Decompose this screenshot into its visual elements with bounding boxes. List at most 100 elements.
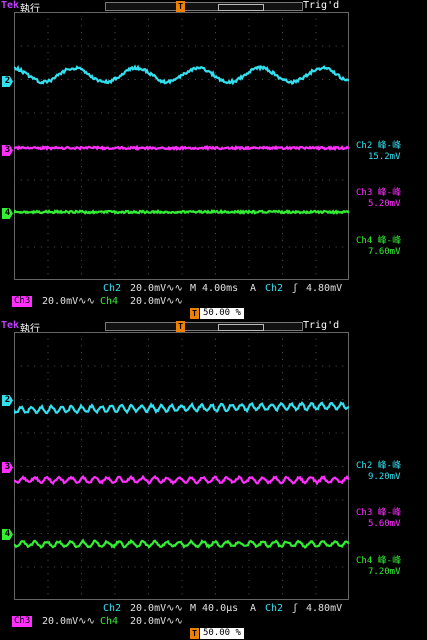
ch2-label[interactable]: Ch2 bbox=[103, 283, 121, 295]
trigger-source[interactable]: Ch2 bbox=[265, 283, 283, 295]
grid-dot bbox=[316, 446, 317, 447]
ch3-ground-marker[interactable]: 3 bbox=[2, 462, 13, 473]
grid-dot bbox=[168, 466, 169, 467]
ch3-scale[interactable]: 20.0mV∿∿ bbox=[42, 616, 95, 628]
ch4-scale[interactable]: 20.0mV∿∿ bbox=[130, 616, 183, 628]
grid-dot bbox=[94, 567, 95, 568]
ch2-scale[interactable]: 20.0mV∿∿ bbox=[130, 603, 183, 615]
grid-dot bbox=[316, 426, 317, 427]
grid-dot bbox=[215, 253, 216, 254]
grid-dot bbox=[121, 466, 122, 467]
grid-dot bbox=[342, 46, 343, 47]
grid-dot bbox=[282, 206, 283, 207]
grid-dot bbox=[289, 113, 290, 114]
ch3-scale[interactable]: 20.0mV∿∿ bbox=[42, 296, 95, 308]
grid-dot bbox=[336, 180, 337, 181]
grid-dot bbox=[215, 19, 216, 20]
grid-dot bbox=[316, 66, 317, 67]
grid-dot bbox=[14, 567, 15, 568]
grid-dot bbox=[48, 119, 49, 120]
grid-dot bbox=[215, 506, 216, 507]
ch2-ground-marker[interactable]: 2 bbox=[2, 76, 13, 87]
grid-dot bbox=[182, 273, 183, 274]
ch3-ground-marker[interactable]: 3 bbox=[2, 145, 13, 156]
grid-dot bbox=[182, 520, 183, 521]
ch2-ground-marker[interactable]: 2 bbox=[2, 395, 13, 406]
grid-dot bbox=[115, 19, 116, 20]
grid-dot bbox=[81, 25, 82, 26]
grid-dot bbox=[94, 433, 95, 434]
grid-dot bbox=[81, 233, 82, 234]
grid-dot bbox=[215, 52, 216, 53]
grid-dot bbox=[141, 399, 142, 400]
grid-dot bbox=[48, 226, 49, 227]
grid-dot bbox=[61, 46, 62, 47]
grid-dot bbox=[215, 479, 216, 480]
ch3-label[interactable]: Ch3 bbox=[12, 616, 32, 627]
grid-dot bbox=[14, 366, 15, 367]
grid-dot bbox=[141, 500, 142, 501]
grid-dot bbox=[81, 386, 82, 387]
grid-dot bbox=[282, 253, 283, 254]
grid-dot bbox=[215, 159, 216, 160]
grid-dot bbox=[74, 247, 75, 248]
grid-dot bbox=[68, 366, 69, 367]
grid-dot bbox=[249, 153, 250, 154]
trigger-slope-icon[interactable]: ʃ bbox=[292, 283, 298, 295]
ch3-label[interactable]: Ch3 bbox=[12, 296, 32, 307]
grid-dot bbox=[235, 567, 236, 568]
grid-dot bbox=[61, 247, 62, 248]
timebase[interactable]: M 4.00ms bbox=[190, 283, 238, 295]
grid-dot bbox=[115, 406, 116, 407]
grid-dot bbox=[148, 399, 149, 400]
ch2-label[interactable]: Ch2 bbox=[103, 603, 121, 615]
grid-dot bbox=[135, 180, 136, 181]
grid-dot bbox=[155, 500, 156, 501]
grid-dot bbox=[208, 180, 209, 181]
trigger-position-marker[interactable]: T bbox=[176, 321, 185, 332]
trigger-source[interactable]: Ch2 bbox=[265, 603, 283, 615]
grid-dot bbox=[242, 433, 243, 434]
ch4-ground-marker[interactable]: 4 bbox=[2, 529, 13, 540]
grid-dot bbox=[115, 200, 116, 201]
grid-dot bbox=[74, 180, 75, 181]
grid-dot bbox=[208, 500, 209, 501]
measurement-ch3: Ch3 峰-峰 5.60mV bbox=[356, 508, 426, 530]
grid-dot bbox=[48, 66, 49, 67]
grid-dot bbox=[182, 526, 183, 527]
grid-dot bbox=[108, 399, 109, 400]
grid-dot bbox=[182, 233, 183, 234]
grid-dot bbox=[249, 526, 250, 527]
grid-dot bbox=[175, 500, 176, 501]
grid-dot bbox=[182, 240, 183, 241]
ch4-label[interactable]: Ch4 bbox=[100, 616, 118, 628]
grid-dot bbox=[182, 567, 183, 568]
grid-dot bbox=[81, 260, 82, 261]
grid-dot bbox=[208, 567, 209, 568]
grid-dot bbox=[316, 399, 317, 400]
grid-dot bbox=[195, 180, 196, 181]
grid-dot bbox=[282, 72, 283, 73]
ch2-scale[interactable]: 20.0mV∿∿ bbox=[130, 283, 183, 295]
trigger-slope-icon[interactable]: ʃ bbox=[292, 603, 298, 615]
ch4-ground-marker[interactable]: 4 bbox=[2, 208, 13, 219]
grid-dot bbox=[302, 567, 303, 568]
grid-dot bbox=[282, 166, 283, 167]
ch4-label[interactable]: Ch4 bbox=[100, 296, 118, 308]
trigger-position-marker[interactable]: T bbox=[176, 1, 185, 12]
grid-dot bbox=[249, 520, 250, 521]
grid-dot bbox=[269, 533, 270, 534]
grid-dot bbox=[336, 46, 337, 47]
grid-dot bbox=[161, 113, 162, 114]
grid-dot bbox=[275, 46, 276, 47]
trigger-level[interactable]: 4.80mV bbox=[306, 603, 342, 615]
grid-dot bbox=[41, 180, 42, 181]
ch4-scale[interactable]: 20.0mV∿∿ bbox=[130, 296, 183, 308]
grid-dot bbox=[182, 466, 183, 467]
trigger-level[interactable]: 4.80mV bbox=[306, 283, 342, 295]
grid-dot bbox=[282, 247, 283, 248]
ch4-trace bbox=[14, 211, 349, 213]
timebase[interactable]: M 40.0µs bbox=[190, 603, 238, 615]
grid-dot bbox=[316, 180, 317, 181]
grid-dot bbox=[275, 113, 276, 114]
